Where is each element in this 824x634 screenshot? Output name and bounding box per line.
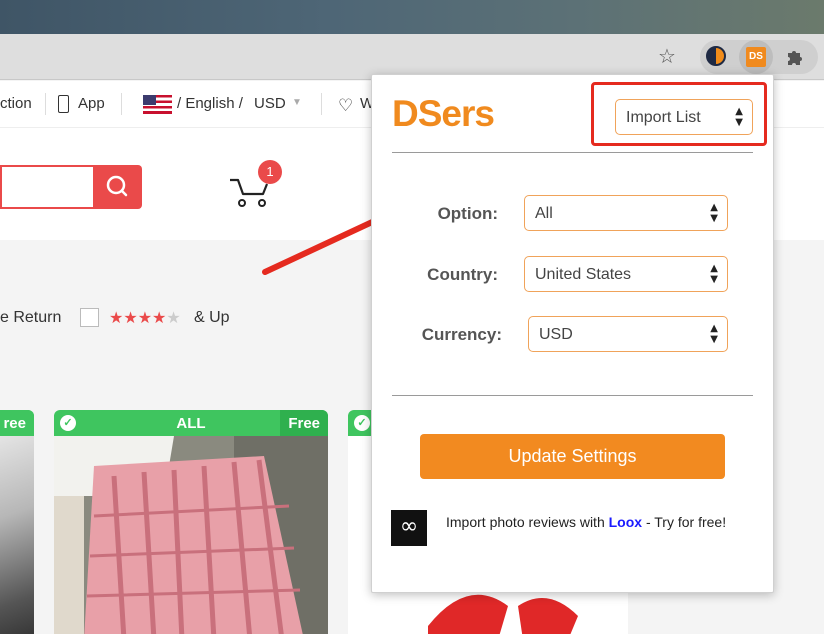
puzzle-extensions-icon[interactable] [784, 45, 808, 69]
free-shipping-badge: ree [0, 410, 34, 436]
currency-select-value: USD [539, 326, 573, 343]
select-updown-icon: ▲ ▼ [710, 323, 718, 345]
country-select[interactable]: United States ▲ ▼ [524, 256, 728, 292]
popup-divider [392, 152, 753, 153]
nav-app-link[interactable]: App [78, 95, 105, 112]
search-icon [106, 175, 128, 197]
option-label: Option: [437, 204, 498, 223]
loox-promo-text[interactable]: Import photo reviews with Loox - Try for… [446, 512, 746, 532]
extension-honey-icon[interactable] [706, 46, 726, 66]
product-card[interactable]: ree [0, 410, 34, 634]
nav-separator [321, 93, 322, 115]
rating-filter-checkbox[interactable] [80, 308, 99, 327]
product-image [0, 436, 34, 634]
window-titlebar [0, 0, 824, 34]
popup-divider [392, 395, 753, 396]
dsers-logo: DSers [392, 93, 495, 134]
loox-infinity-icon[interactable]: ∞ [391, 510, 427, 546]
nav-currency[interactable]: USD [254, 95, 286, 112]
update-settings-button[interactable]: Update Settings [420, 434, 725, 479]
card-badge-bar: ree [0, 410, 34, 436]
country-select-value: United States [535, 266, 632, 283]
phone-icon [58, 95, 69, 113]
dsers-extension-icon[interactable]: DS [746, 47, 766, 67]
dsers-extension-popup: DSers Import List ▲ ▼ Option: All ▲ ▼ Coun… [371, 74, 774, 593]
currency-select[interactable]: USD ▲ ▼ [528, 316, 728, 352]
nav-language[interactable]: / English / [177, 95, 243, 112]
rating-suffix: & Up [194, 309, 230, 326]
nav-separator [45, 93, 46, 115]
cart-count-badge: 1 [258, 160, 282, 184]
caret-down-icon[interactable]: ▼ [292, 97, 302, 108]
country-label: Country: [427, 265, 498, 284]
currency-label: Currency: [421, 325, 502, 344]
free-return-filter[interactable]: e Return [0, 309, 61, 327]
annotation-highlight-box [591, 82, 767, 146]
rating-stars: ★★★★★ [109, 308, 181, 327]
bookmark-star-icon[interactable]: ☆ [656, 45, 678, 67]
heart-icon[interactable]: ♡ [338, 96, 353, 116]
search-button[interactable] [93, 165, 142, 209]
search-input[interactable] [0, 165, 94, 209]
select-updown-icon: ▲ ▼ [710, 263, 718, 285]
product-image-pink-pleated-skirt [54, 436, 328, 634]
select-updown-icon: ▲ ▼ [710, 202, 718, 224]
nav-separator [121, 93, 122, 115]
option-select[interactable]: All ▲ ▼ [524, 195, 728, 231]
nav-collection-link[interactable]: ction [0, 95, 32, 112]
card-badge-bar: ✓ ALL Free [54, 410, 328, 436]
check-icon: ✓ [354, 415, 370, 431]
product-card[interactable]: ✓ ALL Free [54, 410, 328, 634]
loox-brand-link[interactable]: Loox [609, 514, 642, 530]
free-shipping-badge: Free [280, 410, 328, 436]
us-flag-icon [143, 95, 172, 114]
option-select-value: All [535, 205, 553, 222]
